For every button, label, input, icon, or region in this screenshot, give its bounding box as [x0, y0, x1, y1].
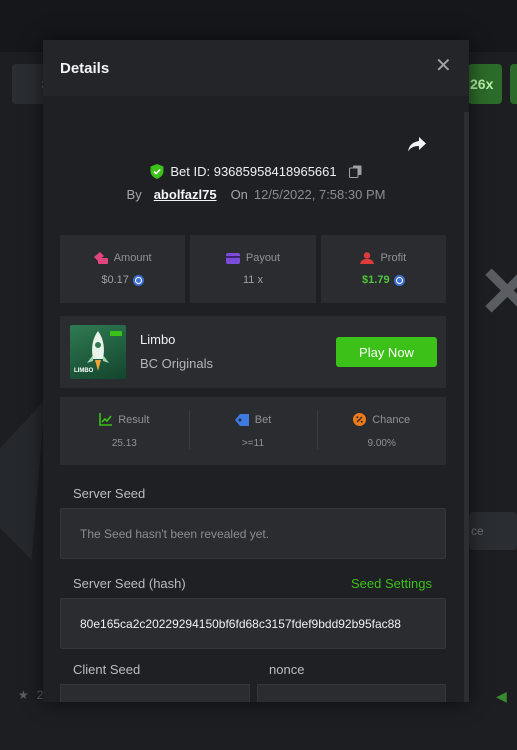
- payout-label: Payout: [245, 252, 281, 264]
- on-label: On: [230, 186, 248, 202]
- client-seed-field[interactable]: [60, 684, 250, 702]
- nonce-label: nonce: [269, 662, 305, 677]
- play-now-button[interactable]: Play Now: [336, 337, 437, 367]
- game-thumbnail-label: LIMBO: [74, 368, 94, 374]
- client-seed-label: Client Seed: [73, 662, 141, 677]
- profit-label: Profit: [380, 252, 407, 264]
- amount-value-row: $0.17: [101, 274, 144, 286]
- bet-cell: Bet >=11: [188, 397, 318, 465]
- server-seed-label: Server Seed: [73, 486, 146, 501]
- server-seed-hash-value: 80e165ca2c20229294150bf6fd68c3157fdef9bd…: [80, 616, 401, 631]
- bet-label: Bet: [254, 413, 272, 426]
- bet-date: 12/5/2022, 7:58:30 PM: [253, 186, 386, 202]
- coin-icon: [393, 274, 405, 286]
- payout-card: Payout 11 x: [190, 235, 316, 303]
- background-input: ce: [469, 512, 517, 550]
- game-thumbnail[interactable]: LIMBO: [70, 325, 126, 379]
- amount-card: Amount $0.17: [60, 235, 186, 303]
- modal-title: Details: [60, 59, 110, 77]
- bet-meta-row: By abolfazl75 On 12/5/2022, 7:58:30 PM: [43, 185, 469, 203]
- shield-check-icon: [150, 163, 164, 179]
- bet-stats-row: Amount $0.17 Payout 11 x Profit $1.79: [60, 235, 446, 303]
- bet-value: >=11: [241, 437, 265, 449]
- copy-icon[interactable]: [348, 165, 362, 178]
- amount-label: Amount: [113, 252, 152, 264]
- share-icon[interactable]: [407, 135, 427, 153]
- game-provider: BC Originals: [140, 356, 213, 371]
- by-label: By: [126, 186, 142, 202]
- amount-value: $0.17: [101, 274, 129, 286]
- result-label-row: Result: [99, 413, 149, 426]
- result-row: Result 25.13 Bet >=11 Chance 9.00%: [60, 397, 446, 465]
- payout-value-row: 11 x: [243, 274, 263, 286]
- game-card: LIMBO Limbo BC Originals Play Now: [60, 316, 446, 388]
- result-value: 25.13: [111, 438, 137, 449]
- profit-card: Profit $1.79: [320, 235, 446, 303]
- bet-label-row: Bet: [234, 413, 272, 426]
- background-x-graphic: ✕: [478, 253, 517, 331]
- chance-label: Chance: [372, 413, 411, 426]
- game-name: Limbo: [140, 332, 176, 347]
- close-icon[interactable]: ✕: [435, 56, 452, 76]
- chance-cell: Chance 9.00%: [317, 397, 446, 465]
- background-multiplier-button: 26x: [468, 64, 502, 104]
- profit-icon: [360, 252, 375, 264]
- bet-details-modal: Details ✕ Bet ID: 93685958418965661 By a…: [43, 40, 469, 702]
- payout-value: 11 x: [243, 274, 263, 286]
- background-decor-shape: [0, 400, 45, 560]
- profit-value-row: $1.79: [362, 274, 405, 286]
- username-link[interactable]: abolfazl75: [154, 187, 217, 202]
- payout-icon: [225, 252, 240, 264]
- sound-icon: ◀: [496, 688, 507, 704]
- amount-label-row: Amount: [93, 252, 152, 264]
- result-label: Result: [118, 413, 150, 426]
- chance-label-row: Chance: [353, 413, 410, 426]
- tag-icon: [234, 413, 249, 426]
- chance-value: 9.00%: [367, 438, 396, 449]
- server-seed-field: The Seed hasn't been revealed yet.: [60, 508, 446, 559]
- background-green-button: [510, 64, 517, 104]
- star-icon: ★: [18, 688, 29, 702]
- amount-icon: [93, 252, 108, 264]
- modal-header: Details ✕: [43, 40, 469, 96]
- result-cell: Result 25.13: [60, 397, 189, 465]
- bet-id-row: Bet ID: 93685958418965661: [43, 161, 469, 181]
- nonce-field[interactable]: [257, 684, 446, 702]
- seed-settings-link[interactable]: Seed Settings: [351, 576, 432, 591]
- result-icon: [99, 413, 113, 426]
- profit-label-row: Profit: [360, 252, 406, 264]
- server-seed-value: The Seed hasn't been revealed yet.: [80, 526, 270, 541]
- background-multiplier-label: 26x: [470, 76, 494, 92]
- payout-label-row: Payout: [225, 252, 281, 264]
- server-seed-hash-label: Server Seed (hash): [73, 576, 186, 591]
- percent-icon: [353, 413, 367, 426]
- coin-icon: [132, 274, 144, 286]
- background-input-text: ce: [471, 524, 484, 538]
- profit-value: $1.79: [362, 274, 390, 286]
- server-seed-hash-field[interactable]: 80e165ca2c20229294150bf6fd68c3157fdef9bd…: [60, 598, 446, 649]
- bet-id: Bet ID: 93685958418965661: [170, 163, 337, 179]
